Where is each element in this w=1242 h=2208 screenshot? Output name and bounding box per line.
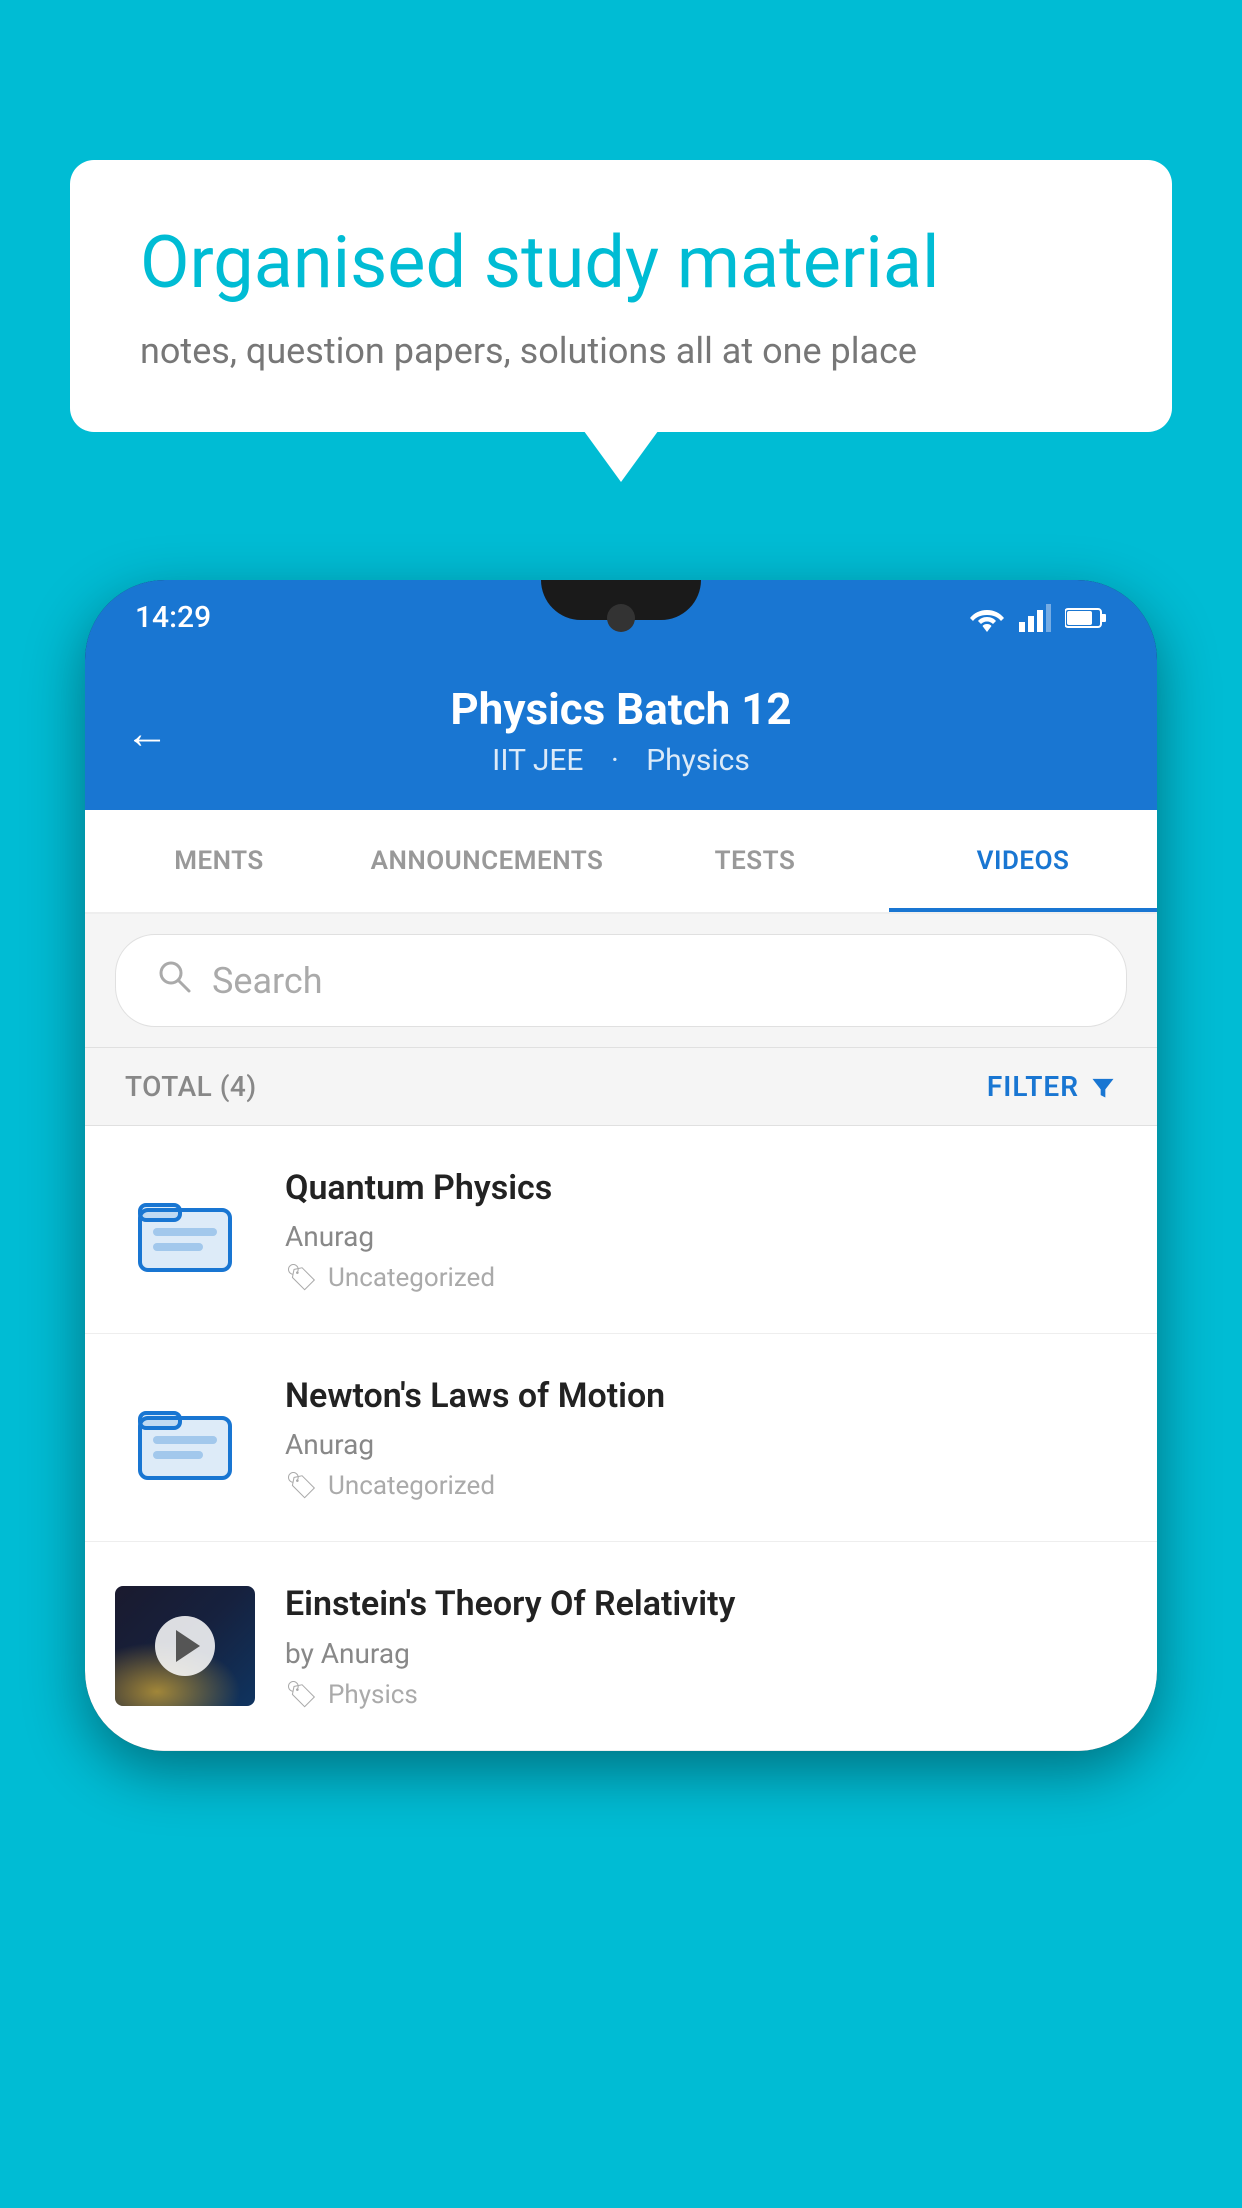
video-author-1: Anurag (285, 1220, 1127, 1253)
video-author-3: by Anurag (285, 1637, 1127, 1670)
header-subtitle: IIT JEE · Physics (482, 743, 760, 778)
phone-frame: 14:29 (85, 580, 1157, 1751)
video-tag-2: 🏷 Uncategorized (285, 1471, 1127, 1501)
tag-icon-3: 🏷 (285, 1680, 318, 1710)
search-bar-container: Search (85, 914, 1157, 1048)
video-thumb-image (115, 1586, 255, 1706)
tab-tests[interactable]: TESTS (621, 810, 889, 912)
video-thumbnail-3 (115, 1586, 255, 1706)
play-button[interactable] (155, 1616, 215, 1676)
tag-icon-2: 🏷 (285, 1471, 318, 1501)
video-title-1: Quantum Physics (285, 1166, 1127, 1210)
tab-videos[interactable]: VIDEOS (889, 810, 1157, 912)
list-item[interactable]: Einstein's Theory Of Relativity by Anura… (85, 1542, 1157, 1750)
back-button[interactable]: ← (125, 707, 169, 759)
camera-notch (607, 604, 635, 632)
folder-icon (135, 1388, 235, 1488)
speech-bubble-section: Organised study material notes, question… (70, 160, 1172, 432)
search-placeholder: Search (212, 960, 323, 1002)
status-time: 14:29 (135, 600, 211, 635)
video-thumbnail-2 (115, 1378, 255, 1498)
folder-icon (135, 1180, 235, 1280)
tag-icon-1: 🏷 (285, 1263, 318, 1293)
tabs-bar: MENTS ANNOUNCEMENTS TESTS VIDEOS (85, 810, 1157, 914)
video-list: Quantum Physics Anurag 🏷 Uncategorized (85, 1126, 1157, 1751)
filter-button[interactable]: FILTER (987, 1070, 1117, 1103)
status-icons (969, 604, 1107, 632)
filter-icon (1089, 1073, 1117, 1101)
tab-ments[interactable]: MENTS (85, 810, 353, 912)
wifi-icon (969, 604, 1005, 632)
video-thumbnail-1 (115, 1170, 255, 1290)
tab-announcements[interactable]: ANNOUNCEMENTS (353, 810, 621, 912)
play-triangle-icon (176, 1630, 200, 1662)
speech-bubble: Organised study material notes, question… (70, 160, 1172, 432)
bubble-title: Organised study material (140, 220, 1102, 306)
video-author-2: Anurag (285, 1428, 1127, 1461)
total-count: TOTAL (4) (125, 1070, 257, 1103)
video-title-3: Einstein's Theory Of Relativity (285, 1582, 1127, 1626)
video-title-2: Newton's Laws of Motion (285, 1374, 1127, 1418)
search-input-wrapper[interactable]: Search (115, 934, 1127, 1027)
header-subtitle-sep: · (611, 743, 626, 778)
list-item[interactable]: Newton's Laws of Motion Anurag 🏷 Uncateg… (85, 1334, 1157, 1542)
battery-icon (1065, 606, 1107, 630)
video-info-1: Quantum Physics Anurag 🏷 Uncategorized (285, 1166, 1127, 1293)
search-icon (156, 957, 192, 1004)
signal-icon (1019, 604, 1051, 632)
header-title: Physics Batch 12 (450, 683, 791, 735)
filter-bar: TOTAL (4) FILTER (85, 1048, 1157, 1126)
header-subtitle-physics: Physics (646, 743, 750, 778)
video-tag-1: 🏷 Uncategorized (285, 1263, 1127, 1293)
phone-container: 14:29 (85, 580, 1157, 2208)
bubble-subtitle: notes, question papers, solutions all at… (140, 330, 1102, 372)
video-info-3: Einstein's Theory Of Relativity by Anura… (285, 1582, 1127, 1709)
app-header: ← Physics Batch 12 IIT JEE · Physics (85, 655, 1157, 810)
header-subtitle-iit: IIT JEE (492, 743, 583, 778)
video-tag-3: 🏷 Physics (285, 1680, 1127, 1710)
video-info-2: Newton's Laws of Motion Anurag 🏷 Uncateg… (285, 1374, 1127, 1501)
list-item[interactable]: Quantum Physics Anurag 🏷 Uncategorized (85, 1126, 1157, 1334)
status-bar: 14:29 (85, 580, 1157, 655)
filter-label: FILTER (987, 1070, 1079, 1103)
